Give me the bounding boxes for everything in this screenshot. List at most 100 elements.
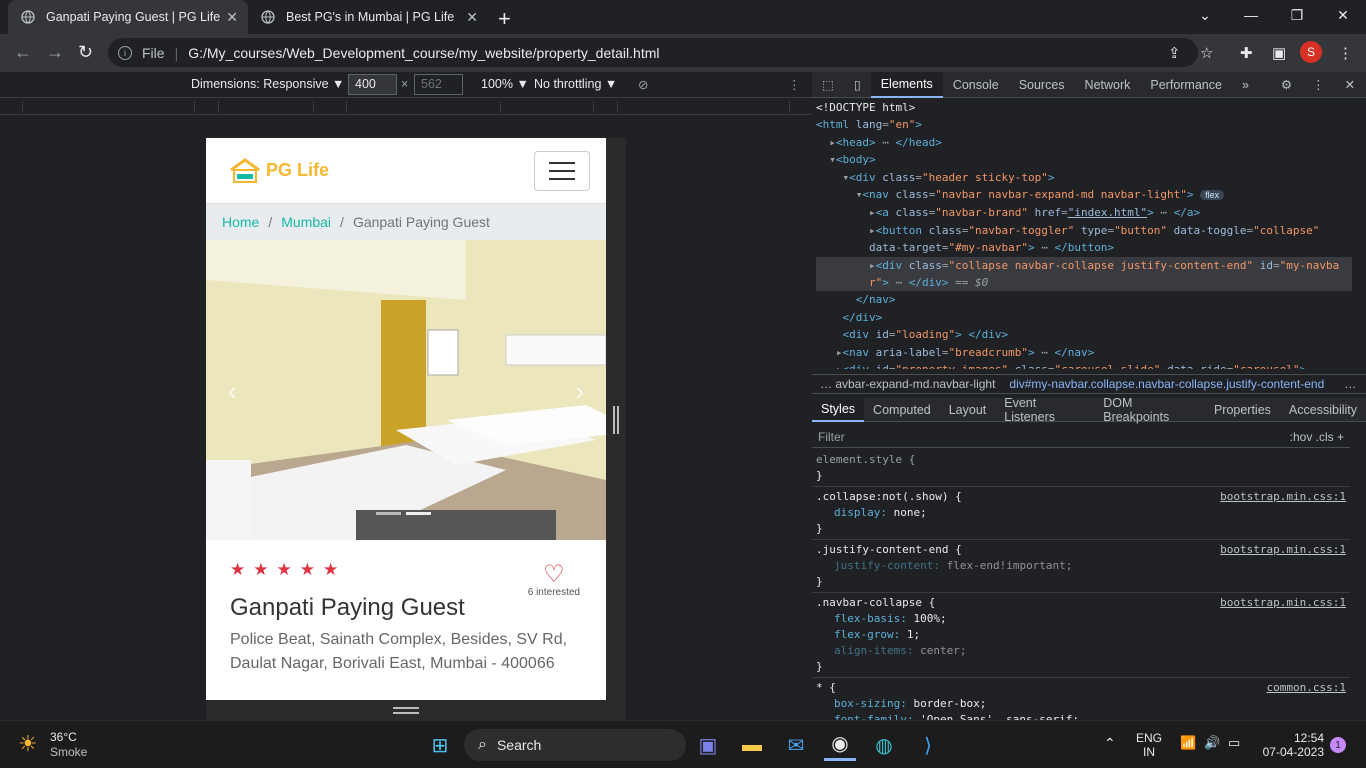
dom-crumb-selected[interactable]: div#my-navbar.collapse.navbar-collapse.j… (1009, 377, 1324, 391)
tab-search-icon[interactable]: ⌄ (1182, 0, 1228, 30)
tab-best-pgs[interactable]: Best PG's in Mumbai | PG Life ✕ (248, 0, 488, 34)
tab-layout[interactable]: Layout (940, 398, 996, 422)
tab-styles[interactable]: Styles (812, 397, 865, 422)
css-rule[interactable]: bootstrap.min.css:1 .justify-content-end … (812, 540, 1350, 593)
settings-gear-icon[interactable]: ⚙ (1271, 72, 1302, 98)
dom-line[interactable]: ▸<button class="navbar-toggler" type="bu… (816, 222, 1352, 239)
teams-icon[interactable]: ▣ (692, 729, 724, 761)
address-bar[interactable]: i File | G:/My_courses/Web_Development_c… (108, 38, 1198, 67)
css-rule[interactable]: element.style {} (812, 450, 1350, 487)
dom-line[interactable]: ▾<nav class="navbar navbar-expand-md nav… (816, 186, 1352, 204)
dom-line[interactable]: <div id="loading"> </div> (816, 326, 1352, 343)
dom-line-selected[interactable]: r"> ⋯ </div> == $0 (816, 274, 1352, 292)
inspect-icon[interactable]: ⬚ (812, 72, 844, 98)
tray-chevron-icon[interactable]: ⌃ (1104, 735, 1116, 752)
bookmark-star-icon[interactable]: ☆ (1200, 44, 1213, 62)
rotate-icon[interactable]: ⊘ (638, 77, 648, 92)
css-source-link[interactable]: bootstrap.min.css:1 (1220, 542, 1346, 558)
tab-ganpati[interactable]: Ganpati Paying Guest | PG Life ✕ (8, 0, 248, 34)
dom-line[interactable]: ▸<div id="property-images" class="carous… (816, 361, 1352, 369)
dom-line[interactable]: <html lang="en"> (816, 116, 1352, 133)
heart-icon[interactable]: ♡ (528, 563, 580, 587)
breadcrumb-home[interactable]: Home (222, 214, 259, 230)
navbar-toggler-button[interactable] (534, 150, 590, 191)
chrome-icon[interactable]: ◉ (824, 729, 856, 761)
windows-start-icon[interactable]: ⊞ (424, 729, 456, 761)
dom-line[interactable]: data-target="#my-navbar"> ⋯ </button> (816, 239, 1352, 256)
vscode-icon[interactable]: ⟩ (912, 729, 944, 761)
dom-line[interactable]: ▸<a class="navbar-brand" href="index.htm… (816, 204, 1352, 221)
breadcrumb-city[interactable]: Mumbai (281, 214, 331, 230)
clock[interactable]: 12:54 07-04-2023 (1258, 731, 1324, 759)
tab-properties[interactable]: Properties (1205, 398, 1280, 422)
forward-icon[interactable]: → (46, 42, 64, 63)
devtools-menu-icon[interactable]: ⋮ (1302, 72, 1335, 98)
more-options-icon[interactable]: ⋮ (788, 77, 801, 92)
restore-button[interactable]: ❐ (1274, 0, 1320, 30)
window-close-button[interactable]: ✕ (1320, 0, 1366, 30)
extensions-icon[interactable]: ✚ (1240, 44, 1253, 62)
dom-line[interactable]: </nav> (816, 291, 1352, 308)
volume-icon[interactable]: 🔊 (1204, 735, 1220, 751)
battery-icon[interactable]: ▭ (1228, 735, 1240, 751)
dom-line[interactable]: ▾<body> (816, 151, 1352, 168)
tab-accessibility[interactable]: Accessibility (1280, 398, 1366, 422)
url-text[interactable]: G:/My_courses/Web_Development_course/my_… (188, 45, 659, 61)
taskbar-search[interactable]: ⌕ Search (464, 729, 686, 761)
dom-crumb[interactable]: … avbar-expand-md.navbar-light (820, 377, 995, 391)
tab-network[interactable]: Network (1075, 72, 1141, 98)
mail-icon[interactable]: ✉ (780, 729, 812, 761)
side-panel-icon[interactable]: ▣ (1272, 44, 1286, 62)
styles-filter-input[interactable]: Filter :hov .cls + (812, 426, 1350, 448)
tab-console[interactable]: Console (943, 72, 1009, 98)
minimize-button[interactable]: — (1228, 0, 1274, 30)
back-icon[interactable]: ← (14, 42, 32, 63)
devtools-close-icon[interactable]: ✕ (1335, 72, 1365, 98)
tab-elements[interactable]: Elements (870, 71, 943, 98)
share-icon[interactable]: ⇪ (1168, 44, 1181, 62)
close-icon[interactable]: ✕ (226, 9, 238, 26)
throttling-select[interactable]: No throttling ▼ (534, 77, 617, 91)
profile-avatar[interactable]: S (1300, 41, 1322, 63)
media-query-ruler[interactable] (0, 99, 812, 115)
styles-pane[interactable]: element.style {} bootstrap.min.css:1 .col… (812, 450, 1350, 720)
filter-tools[interactable]: :hov .cls + (1290, 430, 1344, 444)
device-toggle-icon[interactable]: ▯ (844, 72, 871, 98)
new-tab-button[interactable]: + (498, 6, 511, 32)
dom-line-selected[interactable]: ▸<div class="collapse navbar-collapse ju… (816, 256, 1352, 275)
interested-widget[interactable]: ♡ 6 interested (528, 563, 580, 599)
language-indicator[interactable]: ENG IN (1136, 731, 1162, 759)
css-rule[interactable]: common.css:1 * {box-sizing: border-box; fo… (812, 678, 1350, 720)
site-logo[interactable]: PG Life (228, 157, 329, 185)
height-input[interactable]: 562 (414, 74, 463, 95)
tab-computed[interactable]: Computed (864, 398, 940, 422)
file-explorer-icon[interactable]: ▬ (736, 729, 768, 761)
dom-line[interactable]: </div> (816, 309, 1352, 326)
tab-performance[interactable]: Performance (1140, 72, 1232, 98)
css-rule[interactable]: bootstrap.min.css:1 .navbar-collapse {fle… (812, 593, 1350, 678)
zoom-select[interactable]: 100% ▼ (481, 77, 529, 91)
dom-line[interactable]: ▸<nav aria-label="breadcrumb"> ⋯ </nav> (816, 344, 1352, 361)
dom-crumb-more[interactable]: … (1344, 377, 1356, 391)
css-source-link[interactable]: bootstrap.min.css:1 (1220, 489, 1346, 505)
dom-line[interactable]: ▸<head> ⋯ </head> (816, 134, 1352, 151)
css-source-link[interactable]: bootstrap.min.css:1 (1220, 595, 1346, 611)
tab-dom-breakpoints[interactable]: DOM Breakpoints (1094, 396, 1205, 424)
carousel-prev-icon[interactable]: ‹ (228, 376, 237, 407)
tab-event-listeners[interactable]: Event Listeners (995, 396, 1094, 424)
wifi-icon[interactable]: 📶 (1180, 735, 1196, 751)
css-rule[interactable]: bootstrap.min.css:1 .collapse:not(.show) … (812, 487, 1350, 540)
close-icon[interactable]: ✕ (466, 9, 478, 26)
width-input[interactable]: 400 (348, 74, 397, 95)
resize-handle-bottom[interactable] (393, 707, 419, 714)
carousel-next-icon[interactable]: › (575, 376, 584, 407)
dom-tree[interactable]: <!DOCTYPE html> <html lang="en"> ▸<head>… (812, 99, 1352, 369)
css-source-link[interactable]: common.css:1 (1267, 680, 1346, 696)
dom-line[interactable]: ▾<div class="header sticky-top"> (816, 169, 1352, 186)
menu-icon[interactable]: ⋮ (1338, 44, 1353, 62)
dom-line[interactable]: <!DOCTYPE html> (816, 99, 1352, 116)
tab-sources[interactable]: Sources (1009, 72, 1075, 98)
weather-widget[interactable]: 36°C Smoke (50, 730, 87, 760)
property-carousel[interactable]: ‹ › (206, 240, 606, 540)
more-tabs-icon[interactable]: » (1232, 72, 1259, 98)
